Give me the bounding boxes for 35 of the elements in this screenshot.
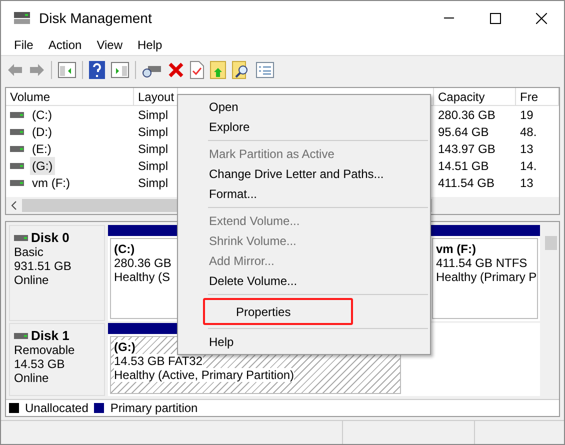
table-cell-text: 48. <box>519 124 538 140</box>
partition-size: 411.54 GB NTFS <box>436 256 528 270</box>
table-cell: Simpl <box>138 108 168 122</box>
table-cell: Simpl <box>138 124 168 138</box>
disk-status: Online <box>14 273 50 287</box>
partition-size: 280.36 GB <box>114 256 172 270</box>
table-cell: 14.51 GB <box>438 158 489 172</box>
disk-size: 14.53 GB <box>14 357 66 371</box>
window-title: Disk Management <box>39 8 152 28</box>
legend-label: Unallocated <box>25 400 88 417</box>
disk-name: Disk 1 <box>31 329 70 343</box>
disk-name: Disk 0 <box>31 231 70 245</box>
partition-status: Healthy (Primary P <box>436 270 537 284</box>
disk-size: 931.51 GB <box>14 259 72 273</box>
legend-label: Primary partition <box>110 400 198 417</box>
partition-status: Healthy (Active, Primary Partition) <box>114 368 294 382</box>
partition-size: 14.53 GB FAT32 <box>114 354 202 368</box>
partition-name: vm (F:) <box>436 242 476 256</box>
partition-name: (G:) <box>114 340 136 354</box>
table-cell: 95.64 GB <box>438 124 489 138</box>
table-cell: Simpl <box>138 158 168 172</box>
table-cell: 411.54 GB <box>438 176 494 190</box>
partition-name: (C:) <box>114 242 135 256</box>
partition-status: Healthy (S <box>114 270 170 284</box>
disk-type: Removable <box>14 343 76 357</box>
disk-type: Basic <box>14 245 44 259</box>
table-cell-text: 13 <box>519 140 534 158</box>
table-cell-text: 19 <box>519 106 534 124</box>
table-cell: 280.36 GB <box>438 108 496 122</box>
disk-status: Online <box>14 371 50 385</box>
table-cell-text: 13 <box>519 174 534 192</box>
table-cell: 143.97 GB <box>438 142 496 156</box>
table-cell: Simpl <box>138 176 168 190</box>
table-cell: Simpl <box>138 142 168 156</box>
table-cell-text: 14. <box>519 158 538 174</box>
